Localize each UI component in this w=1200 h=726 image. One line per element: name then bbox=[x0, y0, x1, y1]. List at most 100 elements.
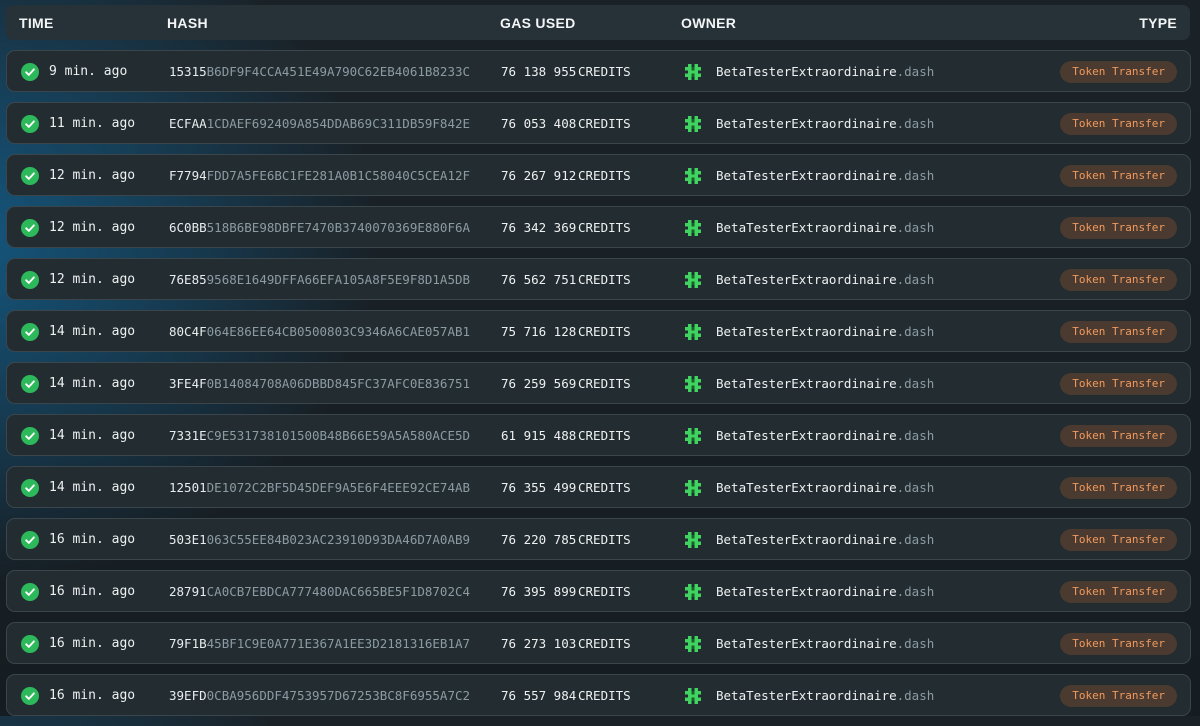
owner-name: BetaTesterExtraordinaire bbox=[716, 688, 897, 703]
owner-name: BetaTesterExtraordinaire bbox=[716, 64, 897, 79]
check-circle-icon bbox=[21, 115, 39, 133]
check-circle-icon bbox=[21, 167, 39, 185]
column-header-type[interactable]: TYPE bbox=[1139, 15, 1177, 31]
owner-identity-link[interactable]: BetaTesterExtraordinaire.dash bbox=[716, 428, 934, 443]
hash-rest: 063C55EE84B023AC23910D93DA46D7A0AB9 bbox=[206, 532, 471, 547]
transaction-row[interactable]: 14 min. ago 7331EC9E531738101500B48B66E5… bbox=[6, 414, 1191, 456]
gas-unit: CREDITS bbox=[578, 324, 631, 339]
owner-identity-link[interactable]: BetaTesterExtraordinaire.dash bbox=[716, 64, 934, 79]
transaction-type-badge[interactable]: Token Transfer bbox=[1060, 217, 1177, 239]
gas-used-value: 76 053 408 bbox=[501, 116, 577, 131]
gas-unit: CREDITS bbox=[578, 376, 631, 391]
transaction-hash-link[interactable]: ECFAA1CDAEF692409A854DDAB69C311DB59F842E bbox=[169, 116, 485, 131]
transaction-row[interactable]: 12 min. ago F7794FDD7A5FE6BC1FE281A0B1C5… bbox=[6, 154, 1191, 196]
hash-prefix: 39EFD bbox=[169, 688, 207, 703]
owner-domain: .dash bbox=[896, 480, 935, 495]
identicon-avatar-icon bbox=[685, 220, 701, 236]
transaction-hash-link[interactable]: 6C0BB518B6BE98DBFE7470B3740070369E880F6A bbox=[169, 220, 485, 235]
gas-unit: CREDITS bbox=[578, 480, 631, 495]
transaction-hash-link[interactable]: 503E1063C55EE84B023AC23910D93DA46D7A0AB9 bbox=[169, 532, 485, 547]
owner-domain: .dash bbox=[896, 636, 935, 651]
transaction-row[interactable]: 12 min. ago 6C0BB518B6BE98DBFE7470B37400… bbox=[6, 206, 1191, 248]
transaction-type-badge[interactable]: Token Transfer bbox=[1060, 529, 1177, 551]
owner-identity-link[interactable]: BetaTesterExtraordinaire.dash bbox=[716, 480, 934, 495]
transaction-type-badge[interactable]: Token Transfer bbox=[1060, 373, 1177, 395]
hash-rest: B6DF9F4CCA451E49A790C62EB4061B8233C bbox=[206, 64, 471, 79]
gas-used-value: 76 557 984 bbox=[501, 688, 577, 703]
gas-unit: CREDITS bbox=[578, 584, 631, 599]
owner-identity-link[interactable]: BetaTesterExtraordinaire.dash bbox=[716, 116, 934, 131]
owner-identity-link[interactable]: BetaTesterExtraordinaire.dash bbox=[716, 584, 934, 599]
owner-identity-link[interactable]: BetaTesterExtraordinaire.dash bbox=[716, 272, 934, 287]
hash-prefix: 12501 bbox=[169, 480, 207, 495]
owner-domain: .dash bbox=[896, 220, 935, 235]
owner-identity-link[interactable]: BetaTesterExtraordinaire.dash bbox=[716, 168, 934, 183]
identicon-avatar-icon bbox=[685, 480, 701, 496]
transaction-time: 16 min. ago bbox=[49, 688, 136, 703]
transaction-type-badge[interactable]: Token Transfer bbox=[1060, 633, 1177, 655]
owner-identity-link[interactable]: BetaTesterExtraordinaire.dash bbox=[716, 324, 934, 339]
transaction-row[interactable]: 9 min. ago 15315B6DF9F4CCA451E49A790C62E… bbox=[6, 50, 1191, 92]
gas-used-value: 76 220 785 bbox=[501, 532, 577, 547]
transaction-row[interactable]: 14 min. ago 3FE4F0B14084708A06DBBD845FC3… bbox=[6, 362, 1191, 404]
transaction-time: 16 min. ago bbox=[49, 532, 136, 547]
check-circle-icon bbox=[21, 427, 39, 445]
transaction-row[interactable]: 16 min. ago 79F1B45BF1C9E0A771E367A1EE3D… bbox=[6, 622, 1191, 664]
gas-unit: CREDITS bbox=[578, 688, 631, 703]
owner-name: BetaTesterExtraordinaire bbox=[716, 272, 897, 287]
owner-identity-link[interactable]: BetaTesterExtraordinaire.dash bbox=[716, 532, 934, 547]
transaction-type-badge[interactable]: Token Transfer bbox=[1060, 321, 1177, 343]
transaction-row[interactable]: 16 min. ago 39EFD0CBA956DDF4753957D67253… bbox=[6, 674, 1191, 716]
gas-unit: CREDITS bbox=[578, 532, 631, 547]
identicon-avatar-icon bbox=[685, 584, 701, 600]
column-header-hash[interactable]: HASH bbox=[167, 15, 208, 31]
gas-unit: CREDITS bbox=[578, 64, 631, 79]
transaction-type-badge[interactable]: Token Transfer bbox=[1060, 425, 1177, 447]
owner-identity-link[interactable]: BetaTesterExtraordinaire.dash bbox=[716, 688, 934, 703]
column-header-gas-used[interactable]: GAS USED bbox=[500, 15, 576, 31]
owner-domain: .dash bbox=[896, 272, 935, 287]
transaction-hash-link[interactable]: F7794FDD7A5FE6BC1FE281A0B1C58040C5CEA12F bbox=[169, 168, 485, 183]
transaction-hash-link[interactable]: 7331EC9E531738101500B48B66E59A5A580ACE5D bbox=[169, 428, 485, 443]
owner-identity-link[interactable]: BetaTesterExtraordinaire.dash bbox=[716, 376, 934, 391]
transaction-row[interactable]: 14 min. ago 80C4F064E86EE64CB0500803C934… bbox=[6, 310, 1191, 352]
transaction-hash-link[interactable]: 28791CA0CB7EBDCA777480DAC665BE5F1D8702C4 bbox=[169, 584, 485, 599]
transaction-hash-link[interactable]: 79F1B45BF1C9E0A771E367A1EE3D2181316EB1A7 bbox=[169, 636, 485, 651]
transaction-hash-link[interactable]: 15315B6DF9F4CCA451E49A790C62EB4061B8233C bbox=[169, 64, 485, 79]
transaction-row[interactable]: 16 min. ago 503E1063C55EE84B023AC23910D9… bbox=[6, 518, 1191, 560]
transaction-type-badge[interactable]: Token Transfer bbox=[1060, 269, 1177, 291]
hash-rest: CA0CB7EBDCA777480DAC665BE5F1D8702C4 bbox=[206, 584, 471, 599]
transaction-time: 16 min. ago bbox=[49, 636, 136, 651]
check-circle-icon bbox=[21, 531, 39, 549]
transaction-type-badge[interactable]: Token Transfer bbox=[1060, 61, 1177, 83]
transaction-hash-link[interactable]: 12501DE1072C2BF5D45DEF9A5E6F4EEE92CE74AB bbox=[169, 480, 485, 495]
transaction-row[interactable]: 11 min. ago ECFAA1CDAEF692409A854DDAB69C… bbox=[6, 102, 1191, 144]
gas-unit: CREDITS bbox=[578, 272, 631, 287]
identicon-avatar-icon bbox=[685, 376, 701, 392]
owner-domain: .dash bbox=[896, 116, 935, 131]
transaction-hash-link[interactable]: 39EFD0CBA956DDF4753957D67253BC8F6955A7C2 bbox=[169, 688, 485, 703]
transaction-time: 14 min. ago bbox=[49, 324, 136, 339]
transaction-type-badge[interactable]: Token Transfer bbox=[1060, 581, 1177, 603]
transaction-type-badge[interactable]: Token Transfer bbox=[1060, 165, 1177, 187]
column-header-time[interactable]: TIME bbox=[19, 15, 54, 31]
transaction-hash-link[interactable]: 80C4F064E86EE64CB0500803C9346A6CAE057AB1 bbox=[169, 324, 485, 339]
column-header-owner[interactable]: OWNER bbox=[681, 15, 736, 31]
transactions-list: 9 min. ago 15315B6DF9F4CCA451E49A790C62E… bbox=[6, 50, 1191, 726]
transaction-hash-link[interactable]: 3FE4F0B14084708A06DBBD845FC37AFC0E836751 bbox=[169, 376, 485, 391]
transaction-time: 12 min. ago bbox=[49, 220, 136, 235]
transaction-time: 12 min. ago bbox=[49, 168, 136, 183]
owner-identity-link[interactable]: BetaTesterExtraordinaire.dash bbox=[716, 220, 934, 235]
gas-unit: CREDITS bbox=[578, 636, 631, 651]
hash-prefix: 80C4F bbox=[169, 324, 207, 339]
transaction-row[interactable]: 12 min. ago 76E859568E1649DFFA66EFA105A8… bbox=[6, 258, 1191, 300]
gas-used-value: 76 259 569 bbox=[501, 376, 577, 391]
owner-identity-link[interactable]: BetaTesterExtraordinaire.dash bbox=[716, 636, 934, 651]
transaction-type-badge[interactable]: Token Transfer bbox=[1060, 685, 1177, 707]
check-circle-icon bbox=[21, 219, 39, 237]
transaction-row[interactable]: 14 min. ago 12501DE1072C2BF5D45DEF9A5E6F… bbox=[6, 466, 1191, 508]
transaction-type-badge[interactable]: Token Transfer bbox=[1060, 113, 1177, 135]
transaction-row[interactable]: 16 min. ago 28791CA0CB7EBDCA777480DAC665… bbox=[6, 570, 1191, 612]
transaction-hash-link[interactable]: 76E859568E1649DFFA66EFA105A8F5E9F8D1A5DB bbox=[169, 272, 485, 287]
transaction-type-badge[interactable]: Token Transfer bbox=[1060, 477, 1177, 499]
